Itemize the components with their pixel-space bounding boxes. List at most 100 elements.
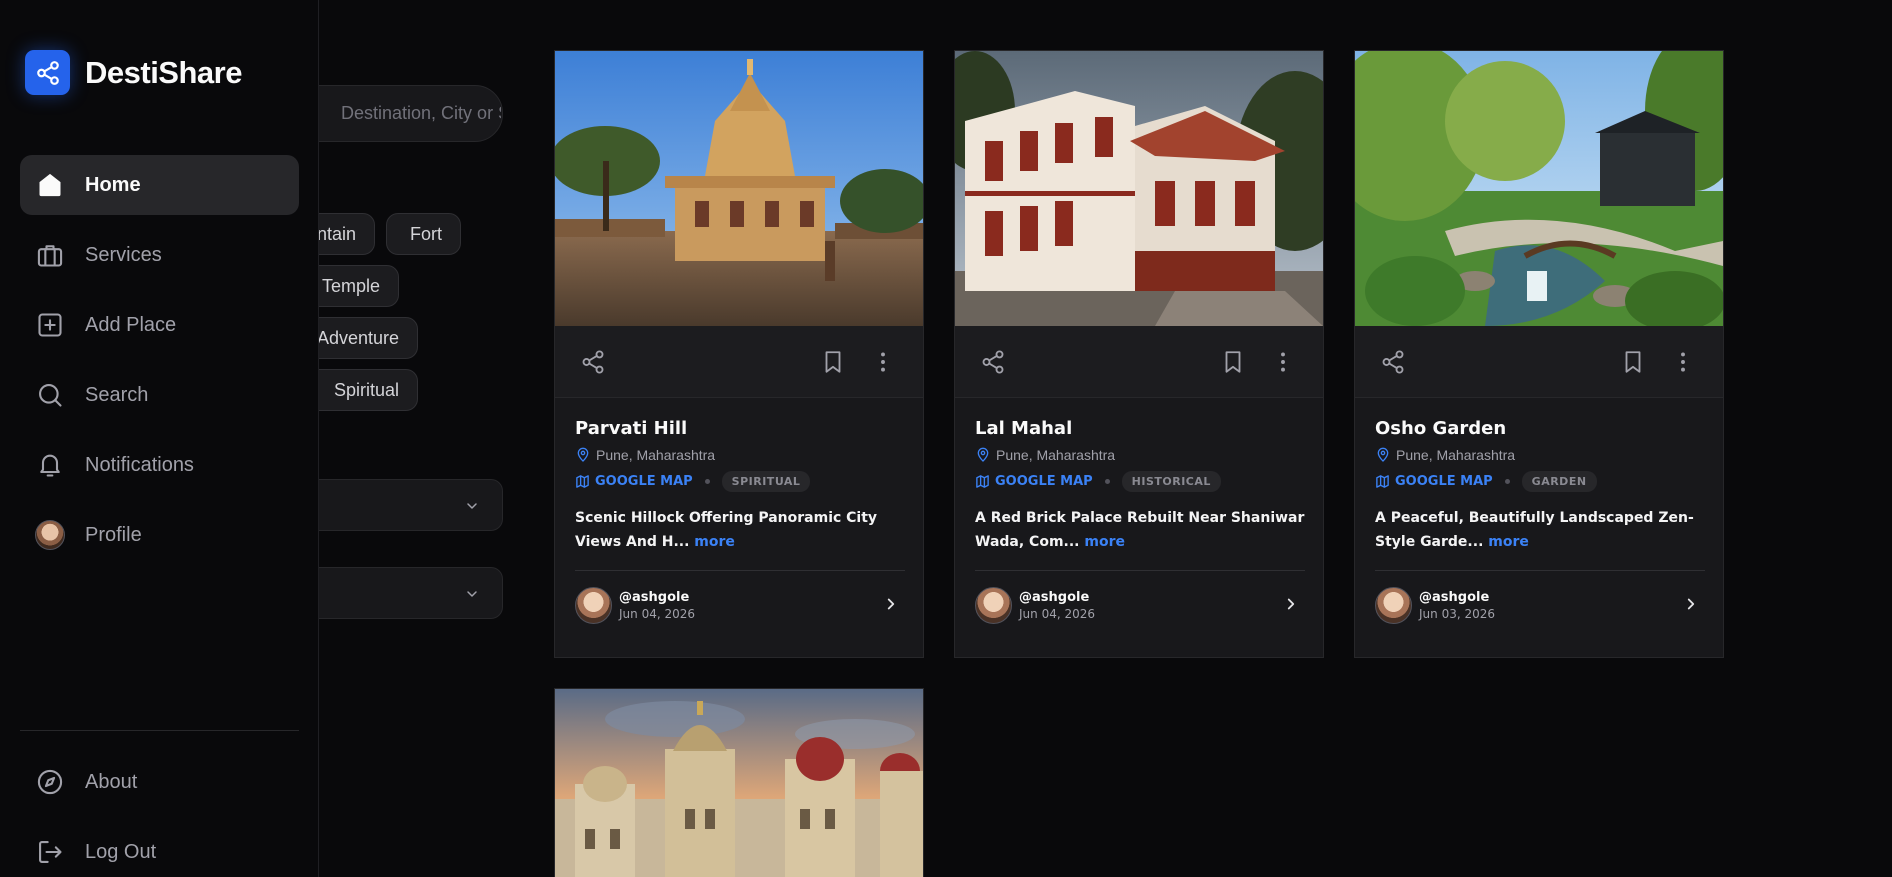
place-title[interactable]: Osho Garden: [1375, 418, 1705, 439]
search-icon: [35, 380, 65, 410]
chevron-right-icon[interactable]: [882, 595, 900, 613]
nav-item-add-place[interactable]: Add Place: [20, 295, 299, 355]
place-location: Pune, Maharashtra: [975, 447, 1305, 463]
bookmark-icon[interactable]: [1620, 349, 1646, 375]
brand-name: DestiShare: [85, 54, 242, 90]
author-row[interactable]: @ashgole Jun 04, 2026: [575, 586, 905, 624]
card-meta: GOOGLE MAP HISTORICAL: [975, 471, 1305, 492]
place-card[interactable]: [554, 688, 924, 877]
post-date: Jun 04, 2026: [619, 606, 696, 621]
place-image-palace[interactable]: [955, 51, 1323, 326]
google-map-label: GOOGLE MAP: [1395, 474, 1493, 489]
google-map-link[interactable]: GOOGLE MAP: [975, 474, 1093, 489]
nav-item-logout[interactable]: Log Out: [20, 822, 299, 877]
place-card[interactable]: Parvati Hill Pune, Maharashtra GOOGLE MA…: [554, 50, 924, 658]
bell-icon: [35, 450, 65, 480]
nav-item-label: Search: [85, 383, 149, 406]
share-logo-icon: [25, 50, 70, 95]
nav-item-services[interactable]: Services: [20, 225, 299, 285]
place-image-palace-domes[interactable]: [555, 689, 923, 877]
more-vertical-icon[interactable]: [1670, 349, 1696, 375]
brand[interactable]: DestiShare: [25, 50, 242, 95]
post-date: Jun 03, 2026: [1419, 606, 1496, 621]
separator-dot: [704, 479, 710, 484]
map-pin-icon: [977, 447, 989, 462]
place-description: A Red Brick Palace Rebuilt Near Shaniwar…: [975, 506, 1305, 554]
card-body: Lal Mahal Pune, Maharashtra GOOGLE MAP H…: [975, 398, 1305, 624]
google-map-link[interactable]: GOOGLE MAP: [1375, 474, 1493, 489]
category-badge: SPIRITUAL: [721, 471, 811, 492]
author-info: @ashgole Jun 03, 2026: [1419, 590, 1495, 621]
chip-fort[interactable]: Fort: [386, 213, 461, 255]
location-text: Pune, Maharashtra: [1396, 447, 1516, 463]
map-icon: [976, 475, 989, 488]
sidebar-divider: [20, 730, 299, 731]
description-text: A Peaceful, Beautifully Landscaped Zen-S…: [1375, 510, 1694, 550]
compass-icon: [35, 767, 65, 797]
share-icon[interactable]: [1380, 349, 1406, 375]
author-info: @ashgole Jun 04, 2026: [619, 590, 695, 621]
map-pin-icon: [577, 447, 589, 462]
map-pin-icon: [1377, 447, 1389, 462]
separator-dot: [1504, 479, 1510, 484]
author-row[interactable]: @ashgole Jun 03, 2026: [1375, 586, 1705, 624]
place-title[interactable]: Parvati Hill: [575, 418, 905, 439]
card-meta: GOOGLE MAP SPIRITUAL: [575, 471, 905, 492]
place-image-garden[interactable]: [1355, 51, 1723, 326]
nav-item-notifications[interactable]: Notifications: [20, 435, 299, 495]
nav-item-label: About: [85, 770, 138, 793]
author-name: @ashgole: [1019, 589, 1090, 605]
description-text: A Red Brick Palace Rebuilt Near Shaniwar…: [975, 510, 1305, 550]
more-link[interactable]: more: [694, 534, 735, 550]
author-name: @ashgole: [1419, 589, 1490, 605]
location-text: Pune, Maharashtra: [596, 447, 716, 463]
destination-search-input[interactable]: [341, 103, 501, 124]
more-link[interactable]: more: [1488, 534, 1529, 550]
more-link[interactable]: more: [1084, 534, 1125, 550]
nav-item-profile[interactable]: Profile: [20, 505, 299, 565]
share-icon[interactable]: [580, 349, 606, 375]
avatar: [35, 520, 65, 550]
bookmark-icon[interactable]: [820, 349, 846, 375]
place-card[interactable]: Lal Mahal Pune, Maharashtra GOOGLE MAP H…: [954, 50, 1324, 658]
chevron-right-icon[interactable]: [1682, 595, 1700, 613]
share-icon[interactable]: [980, 349, 1006, 375]
card-meta: GOOGLE MAP GARDEN: [1375, 471, 1705, 492]
author-avatar: [1375, 586, 1412, 624]
card-body: Osho Garden Pune, Maharashtra GOOGLE MAP…: [1375, 398, 1705, 624]
chevron-down-icon: [467, 503, 477, 509]
google-map-link[interactable]: GOOGLE MAP: [575, 474, 693, 489]
place-card[interactable]: Osho Garden Pune, Maharashtra GOOGLE MAP…: [1354, 50, 1724, 658]
card-divider: [975, 570, 1305, 571]
place-description: Scenic Hillock Offering Panoramic City V…: [575, 506, 905, 554]
author-avatar: [975, 586, 1012, 624]
nav-item-label: Add Place: [85, 313, 177, 336]
nav-item-label: Notifications: [85, 453, 194, 476]
card-actions: [555, 326, 923, 398]
google-map-label: GOOGLE MAP: [595, 474, 693, 489]
more-vertical-icon[interactable]: [1270, 349, 1296, 375]
home-icon: [35, 170, 65, 200]
nav-item-about[interactable]: About: [20, 752, 299, 812]
post-date: Jun 04, 2026: [1019, 606, 1096, 621]
nav-item-label: Log Out: [85, 840, 157, 863]
card-actions: [1355, 326, 1723, 398]
nav-item-home[interactable]: Home: [20, 155, 299, 215]
place-title[interactable]: Lal Mahal: [975, 418, 1305, 439]
card-divider: [575, 570, 905, 571]
place-description: A Peaceful, Beautifully Landscaped Zen-S…: [1375, 506, 1705, 554]
more-vertical-icon[interactable]: [870, 349, 896, 375]
author-row[interactable]: @ashgole Jun 04, 2026: [975, 586, 1305, 624]
author-info: @ashgole Jun 04, 2026: [1019, 590, 1095, 621]
chevron-right-icon[interactable]: [1282, 595, 1300, 613]
place-image-temple[interactable]: [555, 51, 923, 326]
nav-item-label: Services: [85, 243, 162, 266]
nav-item-label: Home: [85, 173, 141, 196]
chevron-down-icon: [467, 591, 477, 597]
place-location: Pune, Maharashtra: [1375, 447, 1705, 463]
map-icon: [576, 475, 589, 488]
card-divider: [1375, 570, 1705, 571]
bookmark-icon[interactable]: [1220, 349, 1246, 375]
nav-item-search[interactable]: Search: [20, 365, 299, 425]
bottom-nav: About Log Out: [20, 752, 299, 877]
